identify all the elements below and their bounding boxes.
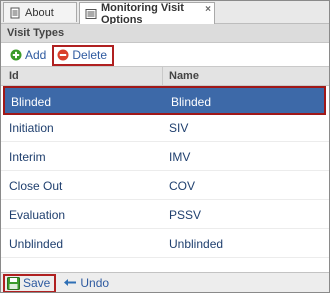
table-row[interactable]: Interim IMV xyxy=(1,142,329,171)
tab-strip: About Monitoring Visit Options × xyxy=(1,1,329,26)
table-row[interactable]: Close Out COV xyxy=(1,171,329,200)
undo-arrow-icon xyxy=(63,278,77,288)
document-icon xyxy=(9,7,21,19)
close-icon[interactable]: × xyxy=(205,4,211,15)
monitoring-visit-options-panel: About Monitoring Visit Options × Visit T… xyxy=(0,0,330,293)
save-button-label: Save xyxy=(23,276,51,290)
section-title: Visit Types xyxy=(1,24,329,43)
tab-monitoring-visit-options-label: Monitoring Visit Options xyxy=(101,1,184,26)
table-row[interactable]: Initiation SIV xyxy=(1,113,329,142)
table-row[interactable]: Blinded Blinded xyxy=(3,86,326,115)
cell-id: Evaluation xyxy=(9,208,66,222)
cell-id: Initiation xyxy=(9,121,54,135)
save-button[interactable]: Save xyxy=(3,273,57,292)
bottom-toolbar: Save Undo xyxy=(1,272,329,292)
cell-id: Blinded xyxy=(11,95,52,109)
cell-id: Unblinded xyxy=(9,237,64,251)
cell-name: SIV xyxy=(169,121,189,135)
tab-about[interactable]: About xyxy=(3,2,77,22)
delete-button-label: Delete xyxy=(72,48,108,62)
undo-button[interactable]: Undo xyxy=(60,274,112,292)
cell-name: COV xyxy=(169,179,196,193)
cell-id: Close Out xyxy=(9,179,63,193)
add-button[interactable]: Add xyxy=(7,46,49,64)
undo-button-label: Undo xyxy=(80,276,110,290)
column-header-name[interactable]: Name xyxy=(169,70,199,82)
tab-monitoring-visit-options[interactable]: Monitoring Visit Options × xyxy=(79,1,215,26)
cell-name: PSSV xyxy=(169,208,202,222)
cell-name: Blinded xyxy=(171,95,212,109)
table-row[interactable]: Evaluation PSSV xyxy=(1,200,329,229)
column-divider[interactable] xyxy=(162,67,163,85)
grid-toolbar: Add Delete xyxy=(1,44,329,66)
column-header-id[interactable]: Id xyxy=(9,70,19,82)
tab-about-label: About xyxy=(25,6,54,19)
table-row[interactable]: Unblinded Unblinded xyxy=(1,229,329,258)
grid-header: Id Name xyxy=(1,66,329,86)
floppy-disk-icon xyxy=(7,276,20,290)
section-title-label: Visit Types xyxy=(7,27,65,39)
minus-circle-icon xyxy=(57,49,69,61)
delete-button[interactable]: Delete xyxy=(52,44,115,66)
cell-id: Interim xyxy=(9,150,46,164)
cell-name: IMV xyxy=(169,150,191,164)
add-button-label: Add xyxy=(25,48,47,62)
plus-circle-icon xyxy=(10,49,22,61)
list-icon xyxy=(85,8,97,20)
cell-name: Unblinded xyxy=(169,237,224,251)
